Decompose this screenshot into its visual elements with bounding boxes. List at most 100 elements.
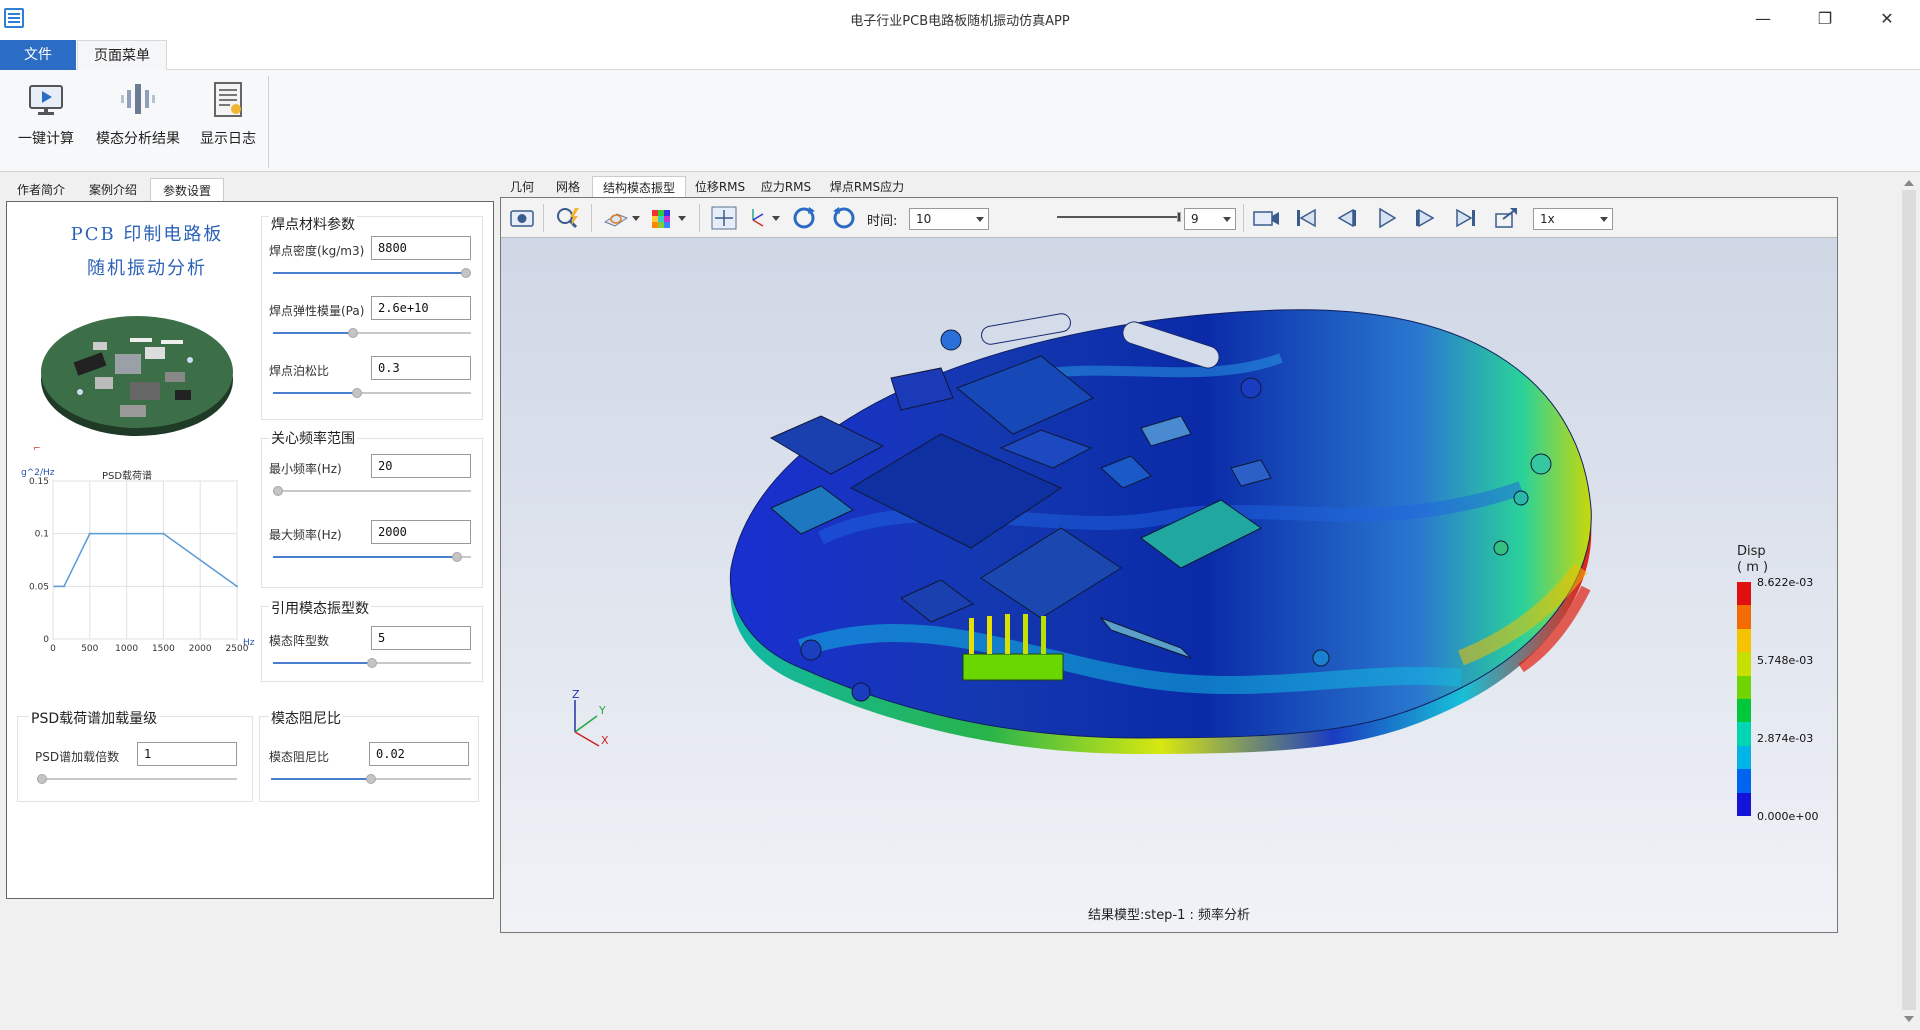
legend-color-step [1737,582,1751,606]
tab-parameter-settings[interactable]: 参数设置 [150,178,224,202]
restore-button[interactable]: ❐ [1810,6,1840,30]
max-freq-input[interactable]: 2000 [371,520,471,544]
legend-color-step [1737,769,1751,793]
psd-multiplier-slider[interactable] [37,774,237,784]
zoom-probe-icon[interactable] [553,204,583,232]
frame-spinbox[interactable]: 9 [1184,208,1236,230]
loop-export-icon[interactable] [1491,204,1521,232]
chevron-down-icon[interactable] [675,204,705,232]
modal-result-button[interactable]: 模态分析结果 [90,80,186,164]
time-label: 时间: [867,214,898,229]
fit-view-icon[interactable] [709,204,739,232]
section-cut-icon[interactable] [601,204,631,232]
psd-y-tick-label: 0.05 [29,582,49,592]
min-freq-slider[interactable] [273,486,471,496]
frame-slider[interactable] [1057,212,1181,222]
tab-file[interactable]: 文件 [0,40,76,70]
time-select[interactable]: 10 [909,208,989,230]
speed-select-value: 1x [1540,212,1555,226]
tab-disp-rms[interactable]: 位移RMS [688,176,752,198]
next-frame-icon[interactable] [1411,204,1441,232]
3d-viewport[interactable]: Z Y X Disp ( m ) 8.622e-03 5.748e-03 2.8… [501,238,1837,932]
axis-orientation-icon[interactable] [741,204,771,232]
tab-mesh[interactable]: 网格 [546,176,590,198]
show-log-label: 显示日志 [200,131,256,147]
axis-triad: Z Y X [572,688,609,747]
last-frame-icon[interactable] [1451,204,1481,232]
damping-title: 模态阻尼比 [269,708,343,728]
pcb-title-line1: PCB 印制电路板 [70,224,224,245]
rotate-ccw-icon[interactable] [829,204,859,232]
legend-color-step [1737,675,1751,699]
solder-modulus-input[interactable]: 2.6e+10 [371,296,471,320]
solder-material-title: 焊点材料参数 [269,214,357,234]
min-freq-input[interactable]: 20 [371,454,471,478]
color-cube-icon[interactable] [647,204,677,232]
damping-slider[interactable] [271,774,471,784]
psd-multiplier-input[interactable]: 1 [137,742,237,766]
axis-x-label: X [601,734,609,747]
tab-mode-shape[interactable]: 结构模态振型 [592,176,686,198]
pcb-title: PCB 印制电路板 随机振动分析 [47,218,247,286]
mode-count-input[interactable]: 5 [371,626,471,650]
tab-case-intro[interactable]: 案例介绍 [78,178,148,202]
solder-density-label: 焊点密度(kg/m3) [269,244,365,258]
psd-multiplier-label: PSD谱加载倍数 [35,750,120,764]
tab-page-menu[interactable]: 页面菜单 [77,40,167,70]
log-document-icon [208,80,248,120]
legend-color-bar [1737,582,1751,816]
one-click-calc-button[interactable]: 一键计算 [12,80,80,164]
previous-frame-icon[interactable] [1331,204,1361,232]
tab-stress-rms[interactable]: 应力RMS [754,176,818,198]
pcb-thumbnail-image [41,316,233,436]
show-log-button[interactable]: 显示日志 [196,80,260,164]
mode-count-slider[interactable] [273,658,471,668]
solder-modulus-slider[interactable] [273,328,471,338]
tab-author-intro[interactable]: 作者简介 [6,178,76,202]
scrollbar-thumb[interactable] [1902,190,1916,1010]
psd-chart-title: PSD载荷谱 [102,469,152,482]
legend-label-mid: 2.874e-03 [1757,732,1814,745]
scroll-down-icon[interactable] [1904,1016,1914,1022]
psd-y-tick-label: 0.15 [29,477,49,487]
legend-color-step [1737,652,1751,676]
psd-x-tick-label: 1500 [152,644,175,654]
tab-solder-stress-rms[interactable]: 焊点RMS应力 [820,176,914,198]
mode-count-label: 模态阵型数 [269,634,330,648]
frame-spinbox-value: 9 [1191,212,1199,226]
psd-x-tick-label: 500 [81,644,98,654]
scroll-up-icon[interactable] [1904,180,1914,186]
damping-input[interactable]: 0.02 [369,742,469,766]
max-freq-slider[interactable] [273,552,471,562]
toolbar-divider [543,204,544,232]
screenshot-camera-icon[interactable] [507,204,537,232]
toolbar-divider [699,204,700,232]
mode-count-title: 引用模态振型数 [269,598,371,618]
solder-density-slider[interactable] [273,268,471,278]
solder-density-input[interactable]: 8800 [371,236,471,260]
solder-poisson-input[interactable]: 0.3 [371,356,471,380]
vibration-icon [118,80,158,120]
legend-color-step [1737,699,1751,723]
tab-geometry[interactable]: 几何 [500,176,544,198]
monitor-play-icon [26,80,66,120]
min-freq-label: 最小频率(Hz) [269,462,342,476]
speed-select[interactable]: 1x [1533,208,1613,230]
psd-y-tick-label: 0.1 [35,530,49,540]
legend-color-step [1737,605,1751,629]
minimize-button[interactable]: — [1748,6,1778,30]
record-video-icon[interactable] [1251,204,1281,232]
vertical-scrollbar[interactable] [1900,174,1918,1028]
ribbon-divider [268,76,269,168]
legend-label-max: 8.622e-03 [1757,576,1814,589]
close-button[interactable]: ✕ [1872,6,1902,30]
title-bar: 电子行业PCB电路板随机振动仿真APP — ❐ ✕ [0,0,1920,36]
first-frame-icon[interactable] [1291,204,1321,232]
rotate-cw-icon[interactable] [789,204,819,232]
psd-chart-background [19,459,255,655]
solder-poisson-slider[interactable] [273,388,471,398]
legend-label-min: 0.000e+00 [1757,810,1819,823]
legend-color-step [1737,722,1751,746]
play-icon[interactable] [1371,204,1401,232]
ribbon-tab-bar: 文件 页面菜单 [0,36,1920,70]
